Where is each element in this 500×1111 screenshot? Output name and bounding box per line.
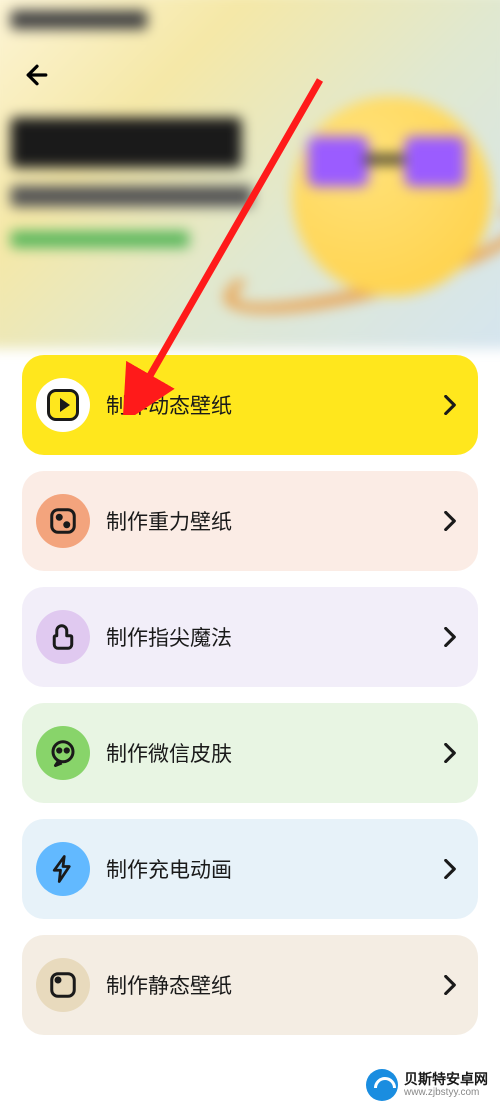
play-icon (36, 378, 90, 432)
chevron-right-icon (444, 975, 456, 995)
chevron-right-icon (444, 743, 456, 763)
item-charging-animation[interactable]: 制作充电动画 (22, 819, 478, 919)
item-fingertip-magic[interactable]: 制作指尖魔法 (22, 587, 478, 687)
item-dynamic-wallpaper[interactable]: 制作动态壁纸 (22, 355, 478, 455)
chevron-right-icon (444, 395, 456, 415)
item-label: 制作充电动画 (106, 854, 444, 884)
watermark-title: 贝斯特安卓网 (404, 1072, 488, 1087)
item-wechat-skin[interactable]: 制作微信皮肤 (22, 703, 478, 803)
chat-icon (36, 726, 90, 780)
options-list: 制作动态壁纸 制作重力壁纸 制作指尖魔法 (0, 355, 500, 1051)
item-static-wallpaper[interactable]: 制作静态壁纸 (22, 935, 478, 1035)
item-label: 制作微信皮肤 (106, 738, 444, 768)
dice-icon (36, 494, 90, 548)
watermark-logo-icon (366, 1069, 398, 1101)
item-label: 制作指尖魔法 (106, 622, 444, 652)
chevron-right-icon (444, 859, 456, 879)
watermark-url: www.zjbstyy.com (404, 1087, 488, 1098)
item-label: 制作动态壁纸 (106, 390, 444, 420)
back-button[interactable] (22, 60, 52, 90)
chevron-right-icon (444, 511, 456, 531)
chevron-right-icon (444, 627, 456, 647)
item-label: 制作重力壁纸 (106, 506, 444, 536)
item-gravity-wallpaper[interactable]: 制作重力壁纸 (22, 471, 478, 571)
bolt-icon (36, 842, 90, 896)
item-label: 制作静态壁纸 (106, 970, 444, 1000)
frame-icon (36, 958, 90, 1012)
thumb-icon (36, 610, 90, 664)
watermark: 贝斯特安卓网 www.zjbstyy.com (366, 1069, 488, 1101)
